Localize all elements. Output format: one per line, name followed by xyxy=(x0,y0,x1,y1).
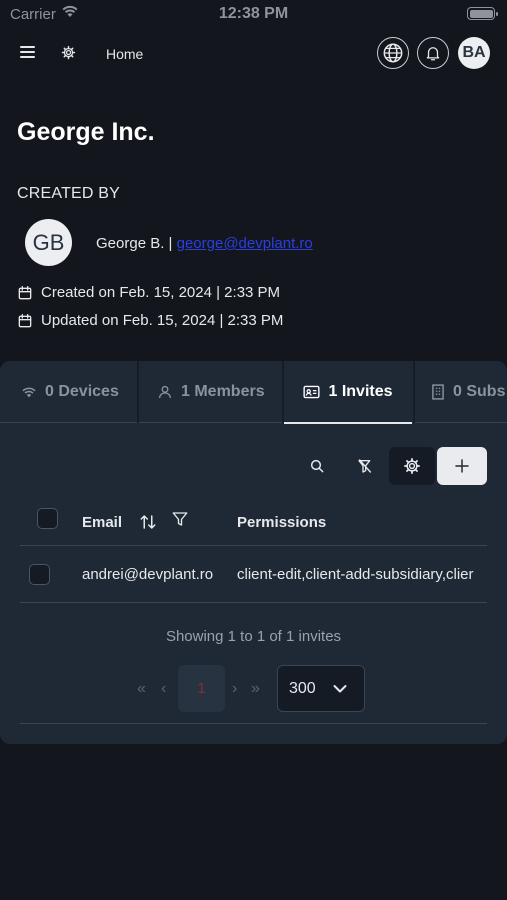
calendar-icon xyxy=(18,313,32,327)
gear-icon xyxy=(403,457,421,475)
tab-bar: 0 Devices 1 Members 1 Invites 0 Subs xyxy=(0,361,507,424)
column-header-permissions: Permissions xyxy=(237,514,327,531)
previous-page-button[interactable]: ‹ xyxy=(161,680,166,698)
wifi-icon xyxy=(22,387,36,398)
column-filter-icon[interactable] xyxy=(171,510,189,533)
status-bar: Carrier 12:38 PM xyxy=(0,0,507,28)
id-card-icon xyxy=(303,385,321,399)
invite-email: andrei@devplant.ro xyxy=(82,566,214,583)
divider xyxy=(20,723,487,724)
search-icon xyxy=(310,459,324,473)
plus-icon xyxy=(455,459,469,473)
created-by-heading: CREATED BY xyxy=(17,185,121,202)
paginator: « ‹ 1 › » 300 xyxy=(0,665,507,713)
tab-devices-label: 0 Devices xyxy=(45,383,119,400)
tab-members-label: 1 Members xyxy=(181,383,265,400)
updated-date-row: Updated on Feb. 15, 2024 | 2:33 PM xyxy=(17,312,283,329)
notifications-button[interactable] xyxy=(417,37,449,69)
chevron-down-icon xyxy=(333,685,347,693)
tab-devices[interactable]: 0 Devices xyxy=(21,361,119,423)
page-title: George Inc. xyxy=(17,118,155,146)
next-page-button[interactable]: › xyxy=(232,680,237,698)
invites-card: 0 Devices 1 Members 1 Invites 0 Subs Ema… xyxy=(0,361,507,744)
building-icon xyxy=(432,384,444,400)
table-header: Email Permissions xyxy=(20,505,487,546)
user-icon xyxy=(159,385,171,399)
row-checkbox[interactable] xyxy=(29,564,50,585)
tab-members[interactable]: 1 Members xyxy=(157,361,265,423)
breadcrumb-home[interactable]: Home xyxy=(106,46,143,62)
first-page-button[interactable]: « xyxy=(137,680,146,698)
user-avatar[interactable]: BA xyxy=(458,37,490,69)
hamburger-menu-icon[interactable] xyxy=(20,46,35,58)
search-button[interactable] xyxy=(298,447,336,485)
filter-off-icon xyxy=(358,459,371,473)
created-date-row: Created on Feb. 15, 2024 | 2:33 PM xyxy=(17,284,280,301)
page-size-value: 300 xyxy=(289,679,316,697)
top-navigation: Home BA xyxy=(0,36,507,72)
select-all-checkbox[interactable] xyxy=(37,508,58,529)
calendar-icon xyxy=(18,285,32,299)
globe-icon xyxy=(383,43,403,63)
table-settings-button[interactable] xyxy=(389,447,435,485)
creator-info: George B. | george@devplant.ro xyxy=(96,235,313,252)
language-button[interactable] xyxy=(377,37,409,69)
created-date: Created on Feb. 15, 2024 | 2:33 PM xyxy=(41,284,281,301)
clock: 12:38 PM xyxy=(218,5,289,22)
sort-icon[interactable] xyxy=(139,513,157,536)
current-page-button[interactable]: 1 xyxy=(178,665,225,712)
invite-permissions: client-edit,client-add-subsidiary,clier xyxy=(237,566,474,583)
tab-invites-label: 1 Invites xyxy=(328,383,393,400)
column-header-email[interactable]: Email xyxy=(82,514,122,531)
tab-divider xyxy=(137,361,139,423)
table-row: andrei@devplant.ro client-edit,client-ad… xyxy=(20,547,487,603)
updated-date: Updated on Feb. 15, 2024 | 2:33 PM xyxy=(41,312,284,329)
last-page-button[interactable]: » xyxy=(251,680,260,698)
creator-email-link[interactable]: george@devplant.ro xyxy=(177,235,313,252)
creator-name: George B. | xyxy=(96,235,177,252)
add-invite-button[interactable] xyxy=(437,447,487,485)
settings-gear-icon[interactable] xyxy=(61,45,76,65)
battery-icon xyxy=(467,7,498,20)
clear-filters-button[interactable] xyxy=(346,447,384,485)
tab-invites[interactable]: 1 Invites xyxy=(284,361,412,424)
tab-divider xyxy=(413,361,415,423)
pagination-summary: Showing 1 to 1 of 1 invites xyxy=(165,628,342,645)
page-size-select[interactable]: 300 xyxy=(277,665,365,712)
tab-subsidiaries-label: 0 Subs xyxy=(453,383,506,400)
bell-icon xyxy=(426,47,440,61)
tab-subsidiaries[interactable]: 0 Subs xyxy=(431,361,505,423)
creator-avatar: GB xyxy=(25,219,72,266)
